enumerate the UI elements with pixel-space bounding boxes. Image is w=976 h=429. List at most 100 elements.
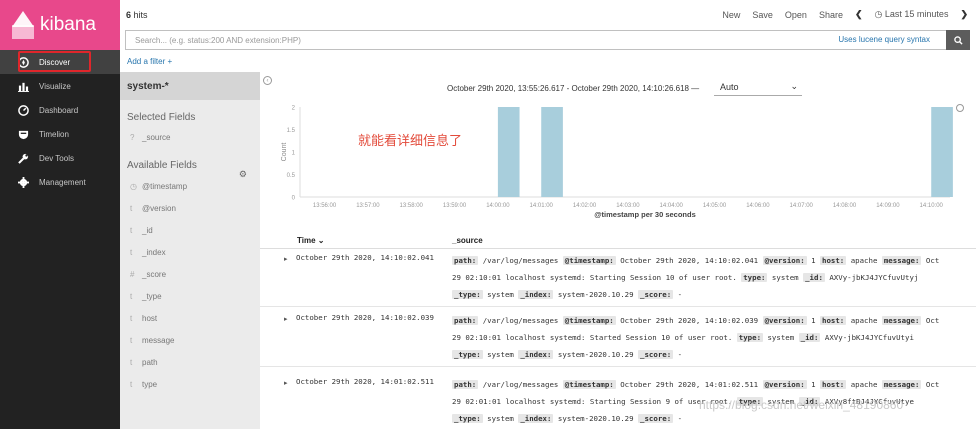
lucene-syntax-link[interactable]: Uses lucene query syntax: [838, 35, 930, 44]
field-item[interactable]: t message: [120, 329, 260, 351]
source-field-value: system: [482, 290, 519, 299]
field-list-panel: system-* Selected Fields ? _source Avail…: [120, 72, 260, 429]
sidebar-item-label: Timelion: [39, 129, 69, 139]
source-line: path: /var/log/messages @timestamp: Octo…: [452, 376, 967, 393]
source-field-value: system-2020.10.29: [553, 290, 639, 299]
column-header-source: _source: [452, 236, 483, 245]
sidebar-item-label: Dashboard: [39, 105, 79, 115]
sidebar-item-label: Dev Tools: [39, 153, 74, 163]
field-item[interactable]: # _score: [120, 263, 260, 285]
field-name: @timestamp: [142, 181, 188, 191]
source-field-value: 29 02:10:01 localhost systemd: Started S…: [452, 333, 737, 342]
field-type-icon: #: [130, 269, 135, 279]
sidebar-item-visualize[interactable]: Visualize: [0, 74, 120, 98]
source-field-value: system: [482, 350, 519, 359]
source-line: _type: system _index: system-2020.10.29 …: [452, 286, 967, 303]
expand-row-icon[interactable]: ▸: [284, 379, 288, 387]
open-button[interactable]: Open: [785, 10, 807, 20]
time-forward-chevron-icon[interactable]: ❯: [960, 9, 968, 20]
field-settings-gear-icon[interactable]: ⚙: [239, 169, 247, 180]
table-row[interactable]: ▸ October 29th 2020, 14:10:02.039 path: /v…: [260, 307, 976, 367]
brand-name: kibana: [40, 14, 96, 35]
y-tick-label: 0: [292, 196, 296, 202]
table-row[interactable]: ▸ October 29th 2020, 14:10:02.041 path: /v…: [260, 247, 976, 307]
time-range-text: October 29th 2020, 13:55:26.617 - Octobe…: [447, 84, 700, 93]
field-item[interactable]: t type: [120, 373, 260, 395]
time-picker[interactable]: ◷ Last 15 minutes: [875, 9, 949, 20]
field-item[interactable]: t path: [120, 351, 260, 373]
expand-row-icon[interactable]: ▸: [284, 315, 288, 323]
kibana-app: kibana Discover Visualize Dashboard Time…: [0, 0, 976, 429]
x-tick-label: 13:58:00: [400, 203, 424, 209]
shield-icon: [17, 128, 29, 140]
source-field-key: message:: [881, 380, 922, 389]
save-button[interactable]: Save: [752, 10, 773, 20]
field-item[interactable]: ? _source: [120, 126, 260, 148]
watermark: https://blog.csdn.net/weixin_48190860: [699, 398, 904, 412]
x-tick-label: 13:59:00: [443, 203, 467, 209]
row-source: path: /var/log/messages @timestamp: Octo…: [452, 252, 967, 303]
source-field-value: -: [673, 290, 683, 299]
search-row: Search... (e.g. status:200 AND extension…: [120, 29, 976, 51]
column-header-time[interactable]: Time ⌄: [297, 236, 324, 245]
source-field-key: path:: [452, 380, 479, 389]
field-item[interactable]: t host: [120, 307, 260, 329]
field-type-icon: t: [130, 203, 133, 213]
field-name: _score: [142, 269, 167, 279]
expand-row-icon[interactable]: ▸: [284, 255, 288, 263]
source-field-key: message:: [881, 256, 922, 265]
sidebar: kibana Discover Visualize Dashboard Time…: [0, 0, 120, 429]
source-field-key: _index:: [518, 350, 554, 359]
field-item[interactable]: t _index: [120, 241, 260, 263]
share-button[interactable]: Share: [819, 10, 843, 20]
bar-chart-icon: [17, 80, 29, 92]
sidebar-item-timelion[interactable]: Timelion: [0, 122, 120, 146]
y-tick-label: 1: [292, 151, 296, 157]
field-type-icon: t: [130, 225, 133, 235]
histogram-svg: 0 0.5 1 1.5 2 Count 13:56:00 13:57:00 13:58:00 13…: [281, 104, 964, 219]
x-axis-label: @timestamp per 30 seconds: [594, 210, 696, 219]
source-field-value: Oct: [921, 316, 940, 325]
new-button[interactable]: New: [722, 10, 740, 20]
source-field-value: apache: [846, 256, 882, 265]
x-tick-label: 14:05:00: [703, 203, 727, 209]
search-button[interactable]: [946, 30, 970, 50]
source-field-value: 1: [806, 380, 820, 389]
clock-icon: ◷: [874, 9, 883, 19]
chart-legend-toggle-icon: [956, 104, 964, 112]
source-field-value: system: [482, 414, 519, 423]
available-fields-list: ◷ @timestamp t @version t _id t _index # _score t _…: [120, 175, 260, 395]
sidebar-item-dev-tools[interactable]: Dev Tools: [0, 146, 120, 170]
source-field-key: _type:: [452, 290, 483, 299]
chevron-down-icon: ⌄: [790, 81, 798, 91]
chart-annotation: 就能看详细信息了: [358, 133, 463, 148]
index-pattern-selector[interactable]: system-*: [120, 72, 260, 100]
source-field-key: type:: [741, 273, 768, 282]
source-field-value: 29 02:10:01 localhost systemd: Starting …: [452, 273, 742, 282]
source-field-key: host:: [820, 380, 847, 389]
collapse-sidebar-icon[interactable]: ‹: [263, 76, 272, 85]
source-field-value: /var/log/messages: [478, 256, 563, 265]
time-back-chevron-icon[interactable]: ❮: [855, 9, 863, 20]
field-item[interactable]: t _id: [120, 219, 260, 241]
source-field-key: @timestamp:: [562, 380, 616, 389]
search-input[interactable]: Search... (e.g. status:200 AND extension…: [125, 30, 947, 50]
field-item[interactable]: t _type: [120, 285, 260, 307]
interval-select[interactable]: Auto ⌄: [714, 78, 802, 96]
sidebar-item-management[interactable]: Management: [0, 170, 120, 194]
field-item[interactable]: t @version: [120, 197, 260, 219]
add-filter-link[interactable]: Add a filter +: [127, 57, 172, 66]
histogram-bar: [931, 107, 953, 197]
kibana-logo[interactable]: kibana: [0, 0, 120, 50]
source-field-value: October 29th 2020, 14:10:02.041: [615, 256, 763, 265]
x-tick-label: 13:56:00: [313, 203, 337, 209]
sidebar-item-dashboard[interactable]: Dashboard: [0, 98, 120, 122]
field-type-icon: t: [130, 291, 133, 301]
histogram-bar: [497, 107, 520, 197]
source-field-value: system-2020.10.29: [553, 414, 639, 423]
source-line: _type: system _index: system-2020.10.29 …: [452, 410, 967, 427]
y-tick-label: 1.5: [287, 128, 296, 134]
histogram-bar: [541, 107, 563, 197]
field-name: @version: [142, 203, 176, 213]
time-picker-label: Last 15 minutes: [884, 9, 949, 19]
